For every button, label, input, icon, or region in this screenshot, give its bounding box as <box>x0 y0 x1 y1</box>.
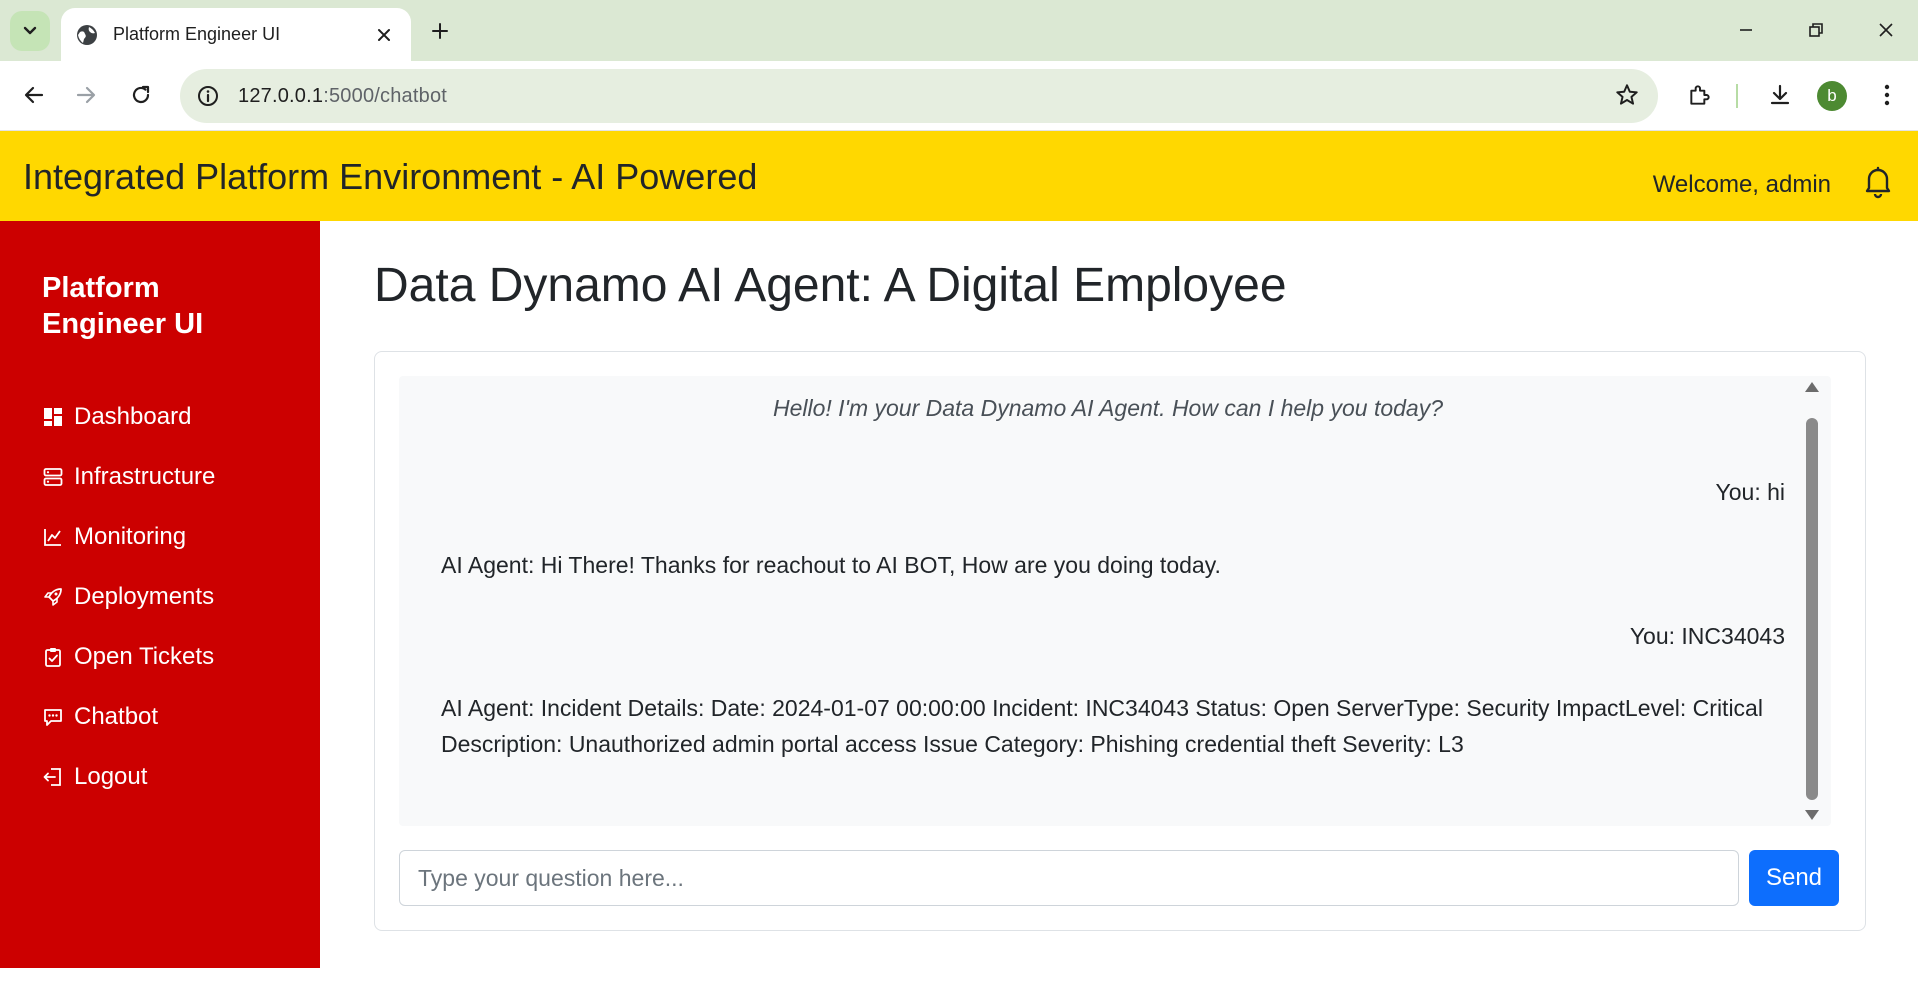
app-header: Integrated Platform Environment - AI Pow… <box>0 131 1918 221</box>
user-message: You: hi <box>1715 479 1786 505</box>
url-path: :5000/chatbot <box>323 84 448 107</box>
tab-title: Platform Engineer UI <box>113 24 281 44</box>
bot-message: AI Agent: Hi There! Thanks for reachout … <box>441 552 1221 578</box>
close-icon <box>1879 23 1893 37</box>
close-tab-button[interactable] <box>369 20 399 50</box>
site-info-button[interactable] <box>194 82 222 110</box>
app-title: Integrated Platform Environment - AI Pow… <box>23 156 758 197</box>
browser-tab-bar: Platform Engineer UI <box>0 0 1918 61</box>
sidebar-item-monitoring[interactable]: Monitoring <box>42 507 302 567</box>
restore-icon <box>1809 23 1823 37</box>
close-icon <box>378 28 390 41</box>
rocket-icon <box>42 586 64 608</box>
question-input[interactable] <box>399 850 1739 906</box>
globe-icon <box>77 24 97 45</box>
plus-icon <box>432 23 448 39</box>
chat-icon <box>42 706 64 728</box>
arrow-left-icon <box>24 86 44 104</box>
scroll-down-arrow-icon[interactable] <box>1805 810 1819 820</box>
minimize-button[interactable] <box>1722 10 1770 50</box>
puzzle-icon <box>1690 85 1710 105</box>
profile-avatar[interactable]: b <box>1817 81 1847 111</box>
sidebar-item-logout[interactable]: Logout <box>42 747 302 807</box>
clipboard-check-icon <box>42 646 64 668</box>
sidebar-item-open-tickets[interactable]: Open Tickets <box>42 627 302 687</box>
back-button[interactable] <box>14 75 54 115</box>
bell-icon <box>1865 166 1891 199</box>
greeting-message: Hello! I'm your Data Dynamo AI Agent. Ho… <box>772 395 1444 421</box>
toolbar-divider <box>1736 84 1738 108</box>
chat-history[interactable]: Hello! I'm your Data Dynamo AI Agent. Ho… <box>399 376 1831 826</box>
scroll-up-arrow-icon[interactable] <box>1805 382 1819 392</box>
star-icon <box>1616 84 1638 105</box>
dashboard-icon <box>42 406 64 428</box>
chat-card: Hello! I'm your Data Dynamo AI Agent. Ho… <box>374 351 1866 931</box>
sidebar-item-label: Monitoring <box>74 523 187 550</box>
notifications-button[interactable] <box>1860 163 1896 199</box>
sidebar-item-label: Dashboard <box>74 403 192 430</box>
info-icon <box>198 86 218 106</box>
arrow-right-icon <box>76 86 96 104</box>
forward-button[interactable] <box>66 75 106 115</box>
sidebar-item-infrastructure[interactable]: Infrastructure <box>42 447 302 507</box>
sidebar-item-deployments[interactable]: Deployments <box>42 567 302 627</box>
sidebar-item-label: Deployments <box>74 583 215 610</box>
chart-line-icon <box>42 526 64 548</box>
browser-tab-active[interactable]: Platform Engineer UI <box>61 8 411 61</box>
bot-message: AI Agent: Incident Details: Date: 2024-0… <box>441 695 1763 757</box>
chevron-down-icon <box>23 26 37 35</box>
sidebar-brand: Platform Engineer UI <box>42 272 204 340</box>
sidebar-item-label: Chatbot <box>74 703 159 730</box>
tab-search-button[interactable] <box>10 11 50 51</box>
browser-menu-button[interactable] <box>1867 75 1907 115</box>
user-message: You: INC34043 <box>1629 623 1785 649</box>
url-text: 127.0.0.1:5000/chatbot <box>238 85 447 108</box>
logout-icon <box>42 766 64 788</box>
new-tab-button[interactable] <box>422 13 458 49</box>
reload-button[interactable] <box>121 75 161 115</box>
chat-scrollbar[interactable] <box>1805 376 1827 826</box>
restore-button[interactable] <box>1792 10 1840 50</box>
minimize-icon <box>1740 29 1752 31</box>
download-icon <box>1770 84 1790 105</box>
send-button[interactable]: Send <box>1749 850 1839 906</box>
bookmark-button[interactable] <box>1614 82 1640 113</box>
chat-input-row: Send <box>399 850 1843 906</box>
sidebar-item-label: Infrastructure <box>74 463 216 490</box>
page-title: Data Dynamo AI Agent: A Digital Employee <box>374 259 1287 312</box>
welcome-text: Welcome, admin <box>1652 171 1831 198</box>
sidebar-nav: Dashboard Infrastructure Monitoring Depl… <box>42 387 302 807</box>
sidebar: Platform Engineer UI Dashboard Infrastru… <box>0 221 320 968</box>
sidebar-item-dashboard[interactable]: Dashboard <box>42 387 302 447</box>
extensions-button[interactable] <box>1680 75 1720 115</box>
server-icon <box>42 466 64 488</box>
sidebar-item-label: Open Tickets <box>74 643 215 670</box>
sidebar-item-label: Logout <box>74 763 148 790</box>
reload-icon <box>132 85 150 104</box>
downloads-button[interactable] <box>1760 75 1800 115</box>
address-bar[interactable]: 127.0.0.1:5000/chatbot <box>180 69 1658 123</box>
more-vertical-icon <box>1884 84 1890 106</box>
scroll-thumb[interactable] <box>1806 418 1818 800</box>
url-host: 127.0.0.1 <box>238 84 324 107</box>
close-window-button[interactable] <box>1862 10 1910 50</box>
browser-toolbar: 127.0.0.1:5000/chatbot b <box>0 61 1918 131</box>
sidebar-item-chatbot[interactable]: Chatbot <box>42 687 302 747</box>
